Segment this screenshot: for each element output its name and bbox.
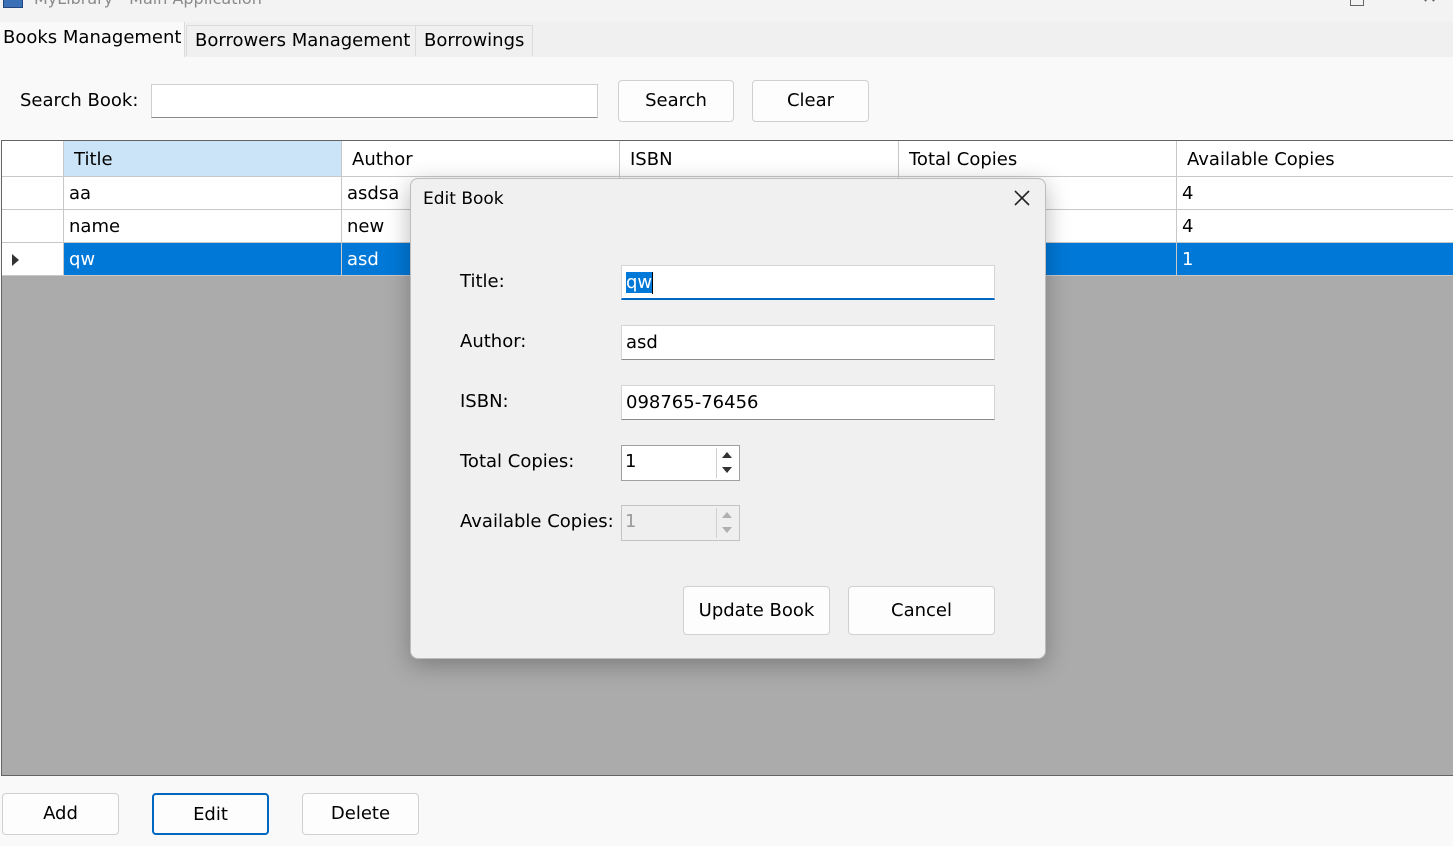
tab-strip: Books Management Borrowers Management Bo… xyxy=(0,22,1453,58)
column-header-total-copies[interactable]: Total Copies xyxy=(899,141,1177,177)
stepper-buttons xyxy=(716,448,737,478)
column-header-author[interactable]: Author xyxy=(342,141,620,177)
tab-borrowers-management[interactable]: Borrowers Management xyxy=(186,25,420,56)
row-header[interactable] xyxy=(2,243,64,276)
row-header[interactable] xyxy=(2,177,64,210)
clear-button[interactable]: Clear xyxy=(752,80,869,122)
window-title: MyLibrary - Main Application xyxy=(34,0,262,8)
stepper-buttons xyxy=(716,508,737,538)
row-header[interactable] xyxy=(2,210,64,243)
available-copies-stepper: 1 xyxy=(621,505,740,541)
increment-arrow-icon[interactable] xyxy=(722,452,732,458)
cell-title[interactable]: aa xyxy=(64,177,342,210)
increment-arrow-icon xyxy=(722,512,732,518)
maximize-icon[interactable] xyxy=(1350,0,1364,6)
edit-book-dialog: Edit Book Title: qw Author: asd ISBN: 09… xyxy=(410,178,1046,659)
isbn-label: ISBN: xyxy=(460,391,509,412)
cell-available-copies[interactable]: 4 xyxy=(1177,210,1453,243)
add-button[interactable]: Add xyxy=(2,793,119,835)
title-field-selected-text: qw xyxy=(626,272,653,293)
total-copies-stepper[interactable]: 1 xyxy=(621,445,740,481)
text-caret xyxy=(652,272,654,294)
available-copies-value: 1 xyxy=(625,511,637,532)
tab-borrowings[interactable]: Borrowings xyxy=(415,25,534,56)
title-field[interactable]: qw xyxy=(621,265,995,300)
search-button[interactable]: Search xyxy=(618,80,734,122)
delete-button[interactable]: Delete xyxy=(302,793,419,835)
cell-title[interactable]: name xyxy=(64,210,342,243)
update-book-button[interactable]: Update Book xyxy=(683,586,830,635)
decrement-arrow-icon xyxy=(722,527,732,533)
window-titlebar: MyLibrary - Main Application ✕ xyxy=(0,0,1453,22)
column-header-isbn[interactable]: ISBN xyxy=(620,141,899,177)
author-label: Author: xyxy=(460,331,527,352)
cell-available-copies[interactable]: 1 xyxy=(1177,243,1453,276)
window-close-icon[interactable]: ✕ xyxy=(1422,0,1437,8)
search-label: Search Book: xyxy=(20,90,139,111)
current-row-indicator-icon xyxy=(12,254,19,266)
available-copies-label: Available Copies: xyxy=(460,511,614,532)
column-header-title[interactable]: Title xyxy=(64,141,342,177)
search-input[interactable] xyxy=(151,84,598,118)
app-icon xyxy=(3,0,23,8)
cancel-button[interactable]: Cancel xyxy=(848,586,995,635)
close-icon[interactable] xyxy=(1009,185,1035,211)
cell-title[interactable]: qw xyxy=(64,243,342,276)
total-copies-label: Total Copies: xyxy=(460,451,575,472)
column-header-available-copies[interactable]: Available Copies xyxy=(1177,141,1453,177)
edit-button[interactable]: Edit xyxy=(152,793,269,835)
tab-books-management[interactable]: Books Management xyxy=(0,22,186,58)
total-copies-value: 1 xyxy=(625,451,637,472)
author-field[interactable]: asd xyxy=(621,325,995,360)
cell-available-copies[interactable]: 4 xyxy=(1177,177,1453,210)
title-label: Title: xyxy=(460,271,505,292)
dialog-title: Edit Book xyxy=(423,189,504,209)
decrement-arrow-icon[interactable] xyxy=(722,467,732,473)
grid-corner-header[interactable] xyxy=(2,141,64,177)
isbn-field[interactable]: 098765-76456 xyxy=(621,385,995,420)
